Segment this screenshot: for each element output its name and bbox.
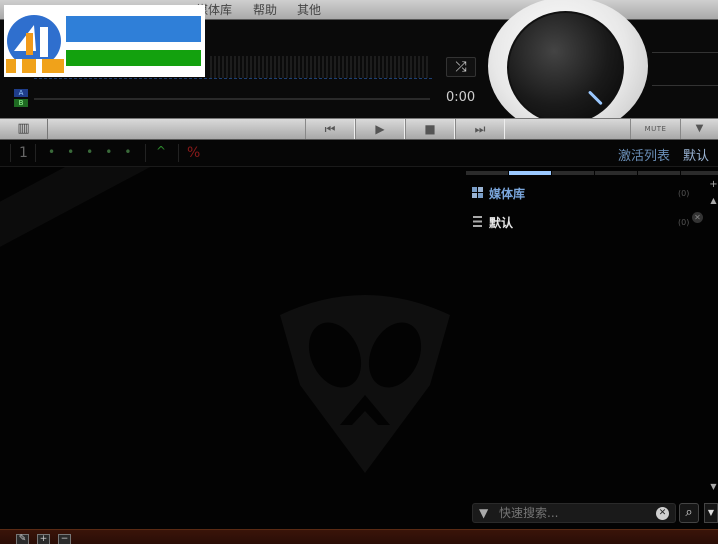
search-input[interactable] — [499, 506, 649, 520]
next-icon: ⏭ — [474, 122, 486, 136]
sidebar-tab-active[interactable] — [509, 171, 551, 175]
play-icon: ▶ — [375, 122, 385, 136]
chevron-down-icon: ▼ — [695, 123, 704, 134]
transport-bar: ▥ ⏮ ▶ ■ ⏭ MUTE ▼ — [0, 118, 718, 140]
sidebar-tab[interactable] — [552, 171, 594, 175]
sidebar-tab[interactable] — [466, 171, 508, 175]
background-stripe — [0, 167, 195, 266]
stop-button[interactable]: ■ — [405, 119, 455, 139]
equalizer-button[interactable]: ▥ — [0, 119, 48, 139]
volume-knob[interactable] — [507, 11, 624, 118]
sidebar-tab[interactable] — [681, 171, 718, 175]
status-strip: 1 ••••• ^ % 激活列表 默认 — [0, 141, 718, 167]
status-dots: ••••• — [48, 145, 144, 159]
sidebar-tab[interactable] — [638, 171, 680, 175]
sidebar-tab[interactable] — [595, 171, 637, 175]
vu-meter — [210, 56, 430, 78]
sidebar-tabs — [466, 171, 718, 175]
alien-watermark-icon — [280, 295, 450, 473]
options-dropdown-button[interactable]: ▼ — [680, 119, 718, 139]
sidebar-item-library[interactable]: 媒体库 — [489, 185, 525, 202]
divider — [10, 144, 11, 162]
library-count: (0) — [678, 189, 690, 198]
stop-icon: ■ — [424, 122, 436, 136]
library-icon — [472, 187, 483, 198]
equalizer-icon: ▥ — [17, 121, 30, 136]
seek-bar[interactable] — [34, 98, 430, 100]
edit-icon[interactable]: ✎ — [16, 534, 29, 544]
search-icon: ⌕ — [685, 505, 693, 520]
divider — [178, 144, 179, 162]
logo-bar-blue — [66, 16, 201, 42]
logo-mark-icon — [6, 11, 64, 73]
tab-active-playlist[interactable]: 激活列表 — [618, 145, 670, 164]
add-icon[interactable]: + — [37, 534, 50, 544]
channel-a-badge: A — [14, 89, 28, 97]
next-button[interactable]: ⏭ — [455, 119, 505, 139]
divider — [35, 144, 36, 162]
logo-bar-green — [66, 50, 201, 66]
remove-icon[interactable]: − — [58, 534, 71, 544]
playlist-area: 媒体库 (0) 默认 (0) ✕ + ▲ ▼ ▼ ✕ ⌕ ▼ — [0, 167, 718, 529]
previous-icon: ⏮ — [324, 122, 336, 136]
clear-icon[interactable]: ✕ — [656, 507, 669, 520]
menu-help[interactable]: 帮助 — [253, 2, 277, 18]
search-options-button[interactable]: ▼ — [704, 503, 718, 523]
percent-icon[interactable]: % — [187, 145, 200, 161]
add-icon[interactable]: + — [709, 179, 718, 191]
shuffle-button[interactable]: ⤮ — [446, 57, 476, 77]
close-icon[interactable]: ✕ — [692, 212, 703, 223]
scroll-down-icon[interactable]: ▼ — [709, 481, 718, 493]
default-count: (0) — [678, 218, 690, 227]
caret-up-icon[interactable]: ^ — [156, 144, 166, 158]
tab-default[interactable]: 默认 — [683, 145, 709, 164]
menu-other[interactable]: 其他 — [297, 2, 321, 18]
play-button[interactable]: ▶ — [355, 119, 405, 139]
search-button[interactable]: ⌕ — [679, 503, 699, 523]
time-display: 0:00 — [446, 90, 476, 105]
mute-button[interactable]: MUTE — [630, 119, 680, 139]
channel-b-badge: B — [14, 99, 28, 107]
search-box: ▼ ✕ — [472, 503, 676, 523]
filter-icon[interactable]: ▼ — [479, 506, 488, 520]
player-header: 媒体库 帮助 其他 A B 0:00 ⤮ — [0, 0, 718, 118]
sidebar-item-default[interactable]: 默认 — [489, 214, 513, 231]
chevron-down-icon: ▼ — [707, 508, 715, 517]
list-icon — [473, 216, 482, 227]
previous-button[interactable]: ⏮ — [305, 119, 355, 139]
app-logo — [4, 5, 205, 77]
header-decor-lines — [652, 52, 718, 86]
scroll-up-icon[interactable]: ▲ — [709, 195, 718, 207]
vu-baseline — [34, 78, 432, 79]
bottom-bar: ✎ + − — [0, 529, 718, 544]
shuffle-icon: ⤮ — [455, 59, 467, 75]
divider — [145, 144, 146, 162]
track-number: 1 — [19, 145, 28, 161]
